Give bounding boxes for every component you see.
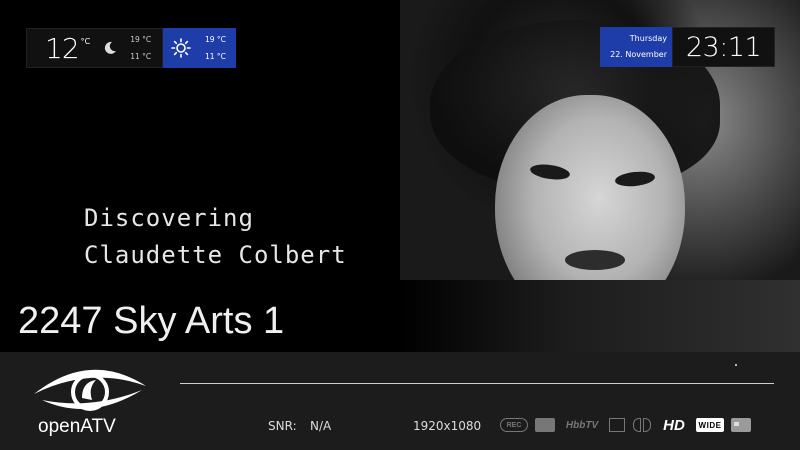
tomorrow-low: 11 °C (205, 52, 226, 61)
weather-widget: 12 °C 19 °C 11 °C 19 °C 11 °C (26, 28, 236, 68)
subtitle-icon (609, 418, 625, 432)
weather-current: 12 °C 19 °C 11 °C (26, 28, 163, 68)
rec-icon: REC (500, 418, 528, 432)
portrait-coat (400, 280, 800, 352)
temperature-unit: °C (80, 37, 91, 46)
hbbtv-icon: HbbTV (565, 419, 599, 431)
status-icons: REC HbbTV HD WIDE (500, 416, 751, 434)
weather-tomorrow-range: 19 °C 11 °C (205, 31, 226, 65)
openatv-eye-logo-icon (34, 369, 146, 411)
event-title-line2: Claudette Colbert (84, 241, 347, 269)
date-panel: Thursday 22. November (600, 27, 672, 67)
logo-text: openATV (38, 416, 116, 437)
clock-widget: Thursday 22. November 23:11 (600, 27, 775, 67)
snr-value: N/A (310, 419, 332, 433)
sun-icon (171, 38, 191, 58)
weather-tomorrow: 19 °C 11 °C (163, 28, 236, 68)
hd-icon: HD (663, 416, 685, 434)
time: 23:11 (672, 27, 775, 67)
moon-icon (105, 41, 117, 54)
portrait-mouth (565, 250, 625, 270)
widescreen-icon: WIDE (696, 418, 724, 432)
today-low: 11 °C (130, 52, 152, 61)
weather-today-range: 19 °C 11 °C (130, 31, 151, 65)
weekday: Thursday (629, 34, 667, 43)
smartcard-icon (731, 418, 751, 432)
progress-marker (735, 364, 737, 366)
tomorrow-high: 19 °C (205, 35, 226, 44)
event-title: Discovering Claudette Colbert (84, 200, 347, 274)
date: 22. November (610, 50, 667, 59)
current-temperature: 12 (45, 31, 80, 65)
today-high: 19 °C (130, 35, 152, 44)
video-resolution: 1920x1080 (413, 419, 482, 433)
channel-name: 2247 Sky Arts 1 (18, 300, 285, 342)
dolby-icon (632, 418, 652, 432)
event-title-line1: Discovering (84, 204, 254, 232)
snr-label: SNR: (268, 419, 297, 433)
event-progress-line (180, 383, 774, 384)
teletext-icon (535, 418, 555, 432)
